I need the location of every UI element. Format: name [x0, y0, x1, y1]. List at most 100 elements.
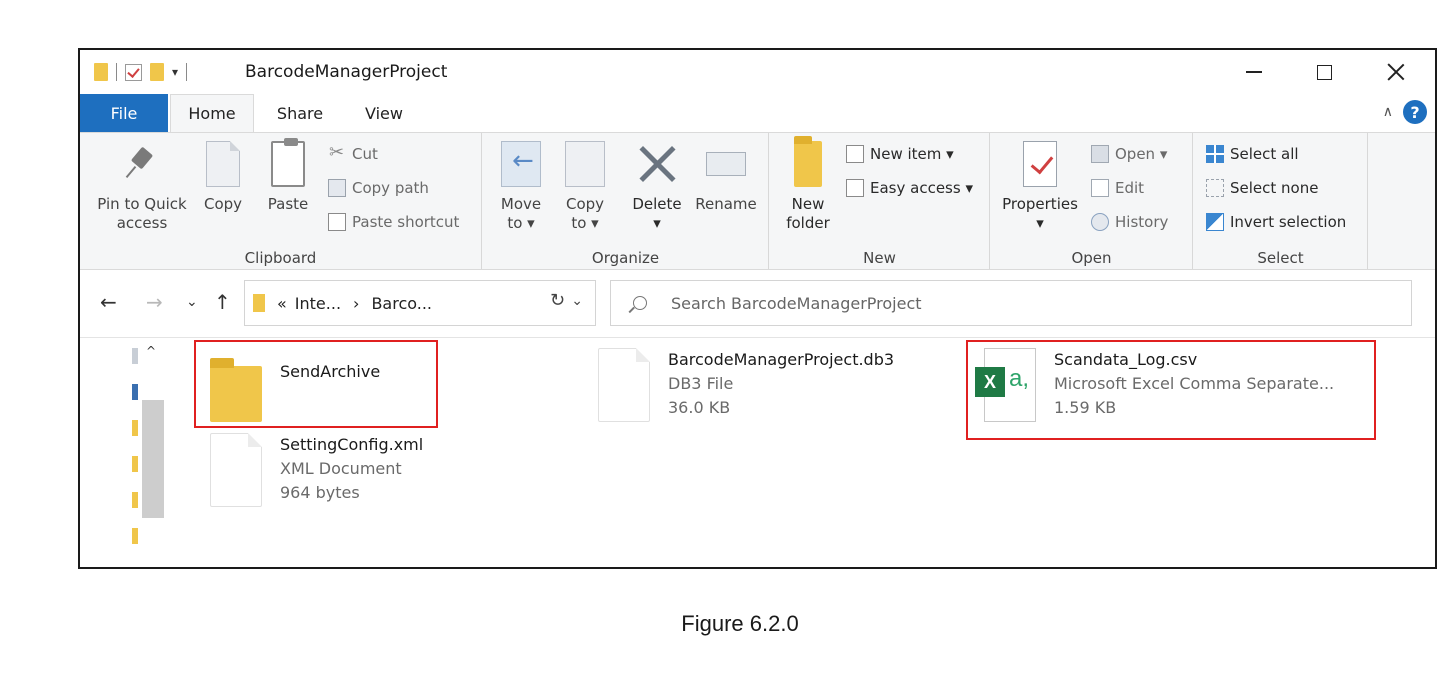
file-type: DB3 File: [668, 374, 734, 393]
paste-shortcut-label: Paste shortcut: [352, 213, 460, 231]
nav-item-icon[interactable]: [132, 384, 138, 400]
breadcrumb-item-barco[interactable]: Barco...: [371, 294, 432, 313]
nav-item-icon[interactable]: [132, 348, 138, 364]
nav-folder-icon[interactable]: [132, 492, 138, 508]
select-group: Select all Select none Invert selection …: [1194, 133, 1368, 269]
cut-button[interactable]: Cut: [328, 142, 378, 163]
copy-to-label-line1: Copy: [565, 195, 605, 213]
select-group-label: Select: [1257, 249, 1304, 267]
file-item-settingconfig[interactable]: SettingConfig.xml XML Document 964 bytes: [210, 433, 423, 507]
refresh-button[interactable]: ↻: [550, 290, 590, 311]
copy-to-button[interactable]: Copy to ▾: [557, 141, 613, 233]
collapse-ribbon-button[interactable]: ∧: [1383, 104, 1393, 120]
file-name: SettingConfig.xml: [280, 435, 424, 454]
copy-label: Copy: [203, 195, 243, 213]
highlight-box-scandata-log: [966, 340, 1376, 440]
rename-button[interactable]: Rename: [693, 141, 759, 214]
file-item-db3[interactable]: BarcodeManagerProject.db3 DB3 File 36.0 …: [598, 348, 894, 422]
search-input[interactable]: Search BarcodeManagerProject: [671, 294, 922, 313]
pin-label-line2: access: [116, 214, 168, 232]
history-button[interactable]: History: [1091, 213, 1168, 231]
breadcrumb-item-inte[interactable]: Inte...: [295, 294, 341, 313]
new-item-label: New item ▾: [870, 145, 954, 163]
new-group-label: New: [863, 249, 896, 267]
delete-icon: [637, 141, 677, 187]
copy-path-button[interactable]: Copy path: [328, 179, 429, 197]
ribbon: Pin to Quick access Copy Paste Cut Copy …: [80, 132, 1435, 270]
invert-selection-icon: [1206, 213, 1224, 231]
help-area: ∧ ?: [1383, 100, 1427, 124]
rename-label: Rename: [695, 195, 757, 213]
rename-icon: [706, 152, 746, 176]
delete-button[interactable]: Delete ▾: [629, 141, 685, 233]
back-button[interactable]: ←: [100, 290, 117, 314]
title-bar: ▾ BarcodeManagerProject: [80, 50, 1435, 94]
paste-shortcut-button[interactable]: Paste shortcut: [328, 213, 459, 231]
copy-to-label-line2: to ▾: [571, 214, 599, 232]
new-folder-label-line2: folder: [786, 214, 830, 232]
edit-button[interactable]: Edit: [1091, 179, 1144, 197]
easy-access-icon: [846, 179, 864, 197]
highlight-box-sendarchive: [194, 340, 438, 428]
tab-view[interactable]: View: [348, 94, 420, 132]
file-size: 964 bytes: [280, 483, 360, 502]
maximize-button[interactable]: [1290, 50, 1358, 94]
breadcrumb-overflow[interactable]: «: [277, 294, 287, 313]
tab-home[interactable]: Home: [170, 94, 254, 132]
nav-folder-icon[interactable]: [132, 528, 138, 544]
new-folder-icon: [794, 136, 822, 187]
tab-file[interactable]: File: [80, 94, 168, 132]
search-box[interactable]: Search BarcodeManagerProject: [610, 280, 1412, 326]
cut-label: Cut: [352, 145, 378, 163]
move-label-line1: Move: [500, 195, 542, 213]
copy-to-icon: [565, 141, 605, 187]
file-list: SendArchive BarcodeManagerProject.db3 DB…: [180, 340, 1430, 567]
file-type: XML Document: [280, 459, 402, 478]
navigation-pane: ^: [130, 340, 168, 567]
nav-folder-icon[interactable]: [132, 420, 138, 436]
nav-scrollbar-thumb[interactable]: [142, 400, 164, 518]
open-button[interactable]: Open ▾: [1091, 145, 1167, 163]
close-button[interactable]: [1362, 50, 1430, 94]
properties-button[interactable]: Properties ▾: [999, 141, 1081, 233]
minimize-button[interactable]: [1220, 50, 1288, 94]
clipboard-icon: [271, 138, 305, 187]
copy-button[interactable]: Copy: [198, 141, 248, 214]
move-to-button[interactable]: Move to ▾: [493, 141, 549, 233]
new-folder-button[interactable]: New folder: [778, 136, 838, 233]
address-bar[interactable]: « Inte... › Barco... ⌄: [244, 280, 596, 326]
tab-share[interactable]: Share: [262, 94, 338, 132]
new-group: New folder New item ▾ Easy access ▾ New: [770, 133, 990, 269]
forward-button[interactable]: →: [146, 290, 163, 314]
new-folder-qat-icon[interactable]: [150, 63, 164, 81]
open-icon: [1091, 145, 1109, 163]
new-item-button[interactable]: New item ▾: [846, 145, 954, 163]
scroll-up-button[interactable]: ^: [146, 344, 156, 358]
properties-dropdown[interactable]: ▾: [1036, 214, 1044, 233]
pin-icon: [122, 141, 162, 187]
up-button[interactable]: ↑: [214, 290, 231, 314]
help-icon[interactable]: ?: [1403, 100, 1427, 124]
select-none-button[interactable]: Select none: [1206, 179, 1318, 197]
scissors-icon: [328, 142, 346, 163]
edit-label: Edit: [1115, 179, 1145, 197]
properties-label: Properties: [1002, 195, 1078, 213]
invert-selection-button[interactable]: Invert selection: [1206, 213, 1346, 231]
recent-locations-button[interactable]: ⌄: [186, 294, 198, 310]
new-item-icon: [846, 145, 864, 163]
select-all-button[interactable]: Select all: [1206, 145, 1299, 163]
nav-folder-icon[interactable]: [132, 456, 138, 472]
open-group-label: Open: [1071, 249, 1112, 267]
pin-to-quick-access-button[interactable]: Pin to Quick access: [92, 141, 192, 233]
easy-access-button[interactable]: Easy access ▾: [846, 179, 973, 197]
delete-dropdown[interactable]: ▾: [653, 214, 661, 233]
properties-qat-icon[interactable]: [125, 63, 142, 81]
breadcrumb-separator[interactable]: ›: [353, 294, 359, 313]
file-size: 36.0 KB: [668, 398, 731, 417]
paste-button[interactable]: Paste: [262, 138, 314, 214]
customize-qat-dropdown[interactable]: ▾: [172, 65, 178, 79]
separator: [186, 63, 188, 81]
delete-label: Delete: [632, 195, 682, 213]
address-row: ← → ⌄ ↑ « Inte... › Barco... ⌄ ↻ Search …: [80, 272, 1435, 338]
window-title: BarcodeManagerProject: [245, 62, 448, 82]
